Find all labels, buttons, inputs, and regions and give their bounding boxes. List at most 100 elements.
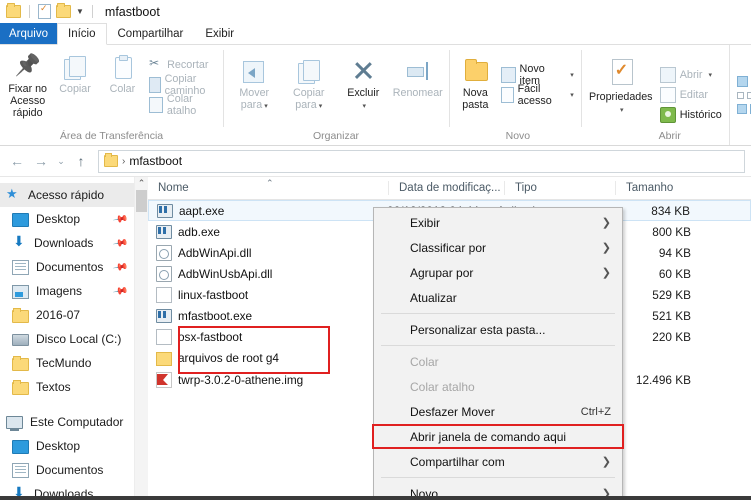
quick-access-toolbar[interactable]: ▼ (6, 3, 96, 19)
history-button[interactable]: Histórico (657, 105, 725, 125)
move-to-button[interactable]: Mover para ▾ (227, 53, 282, 113)
copy-button[interactable]: Copiar (51, 49, 98, 95)
menu-item-exibir[interactable]: Exibir ❯ (374, 210, 622, 235)
sidebar-item-pc-desktop[interactable]: Desktop (0, 434, 148, 458)
layout-large-icons-button[interactable] (736, 76, 751, 87)
tab-arquivo[interactable]: Arquivo (0, 23, 57, 44)
column-header-tamanho[interactable]: Tamanho (615, 181, 716, 195)
rename-button[interactable]: Renomear (391, 53, 446, 99)
chevron-right-icon: ❯ (601, 267, 611, 279)
menu-item-compartilhar-com[interactable]: Compartilhar com ❯ (374, 449, 622, 474)
new-folder-button[interactable]: Nova pasta (453, 53, 498, 111)
tab-compartilhar[interactable]: Compartilhar (107, 23, 195, 44)
sidebar-item-2016-07[interactable]: 2016-07 (0, 303, 148, 327)
sidebar-item-imagens[interactable]: Imagens 📌 (0, 279, 148, 303)
copy-label: Copiar (59, 83, 91, 95)
menu-item-colar: Colar (374, 349, 622, 374)
ribbon-group-new: Nova pasta Novo item ▾ Fácil acesso ▾ Novo (449, 45, 581, 145)
pin-icon[interactable]: 📌 (112, 211, 129, 227)
pin-icon[interactable]: 📌 (112, 283, 129, 299)
ribbon-view-layouts[interactable] (728, 45, 751, 145)
file-name: twrp-3.0.2-0-athene.img (178, 373, 304, 387)
tab-inicio[interactable]: Início (57, 23, 107, 45)
easy-access-button[interactable]: Fácil acesso ▾ (498, 83, 577, 107)
copy-to-label-line2: para (295, 99, 317, 111)
paste-shortcut-button[interactable]: Colar atalho (146, 93, 219, 117)
pin-to-quick-access-button[interactable]: Fixar no Acesso rápido (4, 49, 51, 119)
window-bottom-border (0, 496, 751, 500)
sidebar-item-disco-local-c[interactable]: Disco Local (C:) (0, 327, 148, 351)
context-menu[interactable]: Exibir ❯ Classificar por ❯ Agrupar por ❯… (372, 207, 624, 500)
open-button[interactable]: Abrir ▾ (657, 65, 725, 85)
menu-item-abrir-janela-de-comando-aqui[interactable]: Abrir janela de comando aqui (372, 424, 624, 449)
recent-locations-icon[interactable]: ⌄ (54, 150, 68, 172)
copy-to-label-line1: Copiar (293, 87, 325, 99)
new-item-button[interactable]: Novo item ▾ (498, 63, 577, 87)
menu-item-personalizar-esta-pasta[interactable]: Personalizar esta pasta... (374, 317, 622, 342)
breadcrumb-path[interactable]: mfastboot (129, 154, 182, 168)
new-folder-label-line2: pasta (462, 99, 489, 111)
documents-icon (12, 259, 29, 275)
menu-item-label: Colar (410, 354, 439, 369)
column-header-tipo[interactable]: Tipo (504, 181, 615, 195)
menu-item-label: Personalizar esta pasta... (410, 322, 546, 337)
forward-arrow-icon[interactable]: → (30, 150, 52, 172)
disk-icon (12, 334, 29, 346)
pin-label-line1: Fixar no (8, 83, 47, 95)
pictures-icon (12, 284, 29, 299)
new-folder-icon[interactable] (56, 3, 71, 18)
properties-icon[interactable] (38, 3, 51, 19)
ribbon-group-clipboard: Fixar no Acesso rápido Copiar Colar Reco… (0, 45, 223, 145)
clipboard-small-buttons: Recortar Copiar caminho Colar atalho (146, 49, 219, 117)
menu-item-atualizar[interactable]: Atualizar (374, 285, 622, 310)
sidebar-item-downloads[interactable]: Downloads 📌 (0, 231, 148, 255)
paste-button[interactable]: Colar (99, 49, 146, 95)
sidebar-item-acesso-rapido[interactable]: Acesso rápido (0, 183, 148, 207)
column-headers: Nome Data de modificaç... Tipo Tamanho ⌃ (148, 177, 751, 200)
delete-icon (350, 58, 376, 84)
pin-icon[interactable]: 📌 (112, 259, 129, 275)
folder-icon[interactable] (6, 3, 21, 18)
rename-label: Renomear (392, 87, 443, 99)
pin-icon[interactable]: 📌 (112, 235, 129, 251)
layout-list-button[interactable] (736, 92, 751, 99)
copy-to-button[interactable]: Copiar para ▾ (282, 53, 337, 113)
exe-icon (156, 308, 172, 323)
exe-icon (156, 224, 172, 239)
menu-separator (381, 313, 615, 314)
qat-dropdown-icon[interactable]: ▼ (76, 7, 84, 16)
paste-icon (109, 54, 135, 80)
menu-item-agrupar-por[interactable]: Agrupar por ❯ (374, 260, 622, 285)
move-to-label-line1: Mover (239, 87, 270, 99)
edit-button[interactable]: Editar (657, 85, 725, 105)
address-input[interactable]: › mfastboot (98, 149, 745, 173)
sidebar-item-este-computador[interactable]: Este Computador (0, 410, 148, 434)
column-header-data[interactable]: Data de modificaç... (388, 181, 504, 195)
scrollbar-thumb[interactable] (136, 190, 147, 212)
sidebar-item-documentos[interactable]: Documentos 📌 (0, 255, 148, 279)
cut-button[interactable]: Recortar (146, 55, 219, 75)
delete-button[interactable]: Excluir ▾ (336, 53, 391, 113)
copy-path-button[interactable]: Copiar caminho (146, 73, 219, 97)
layout-details-button[interactable] (736, 104, 751, 114)
sidebar-item-tecmundo[interactable]: TecMundo (0, 351, 148, 375)
up-arrow-icon[interactable]: ↑ (70, 150, 92, 172)
tab-exibir[interactable]: Exibir (194, 23, 245, 44)
menu-item-classificar-por[interactable]: Classificar por ❯ (374, 235, 622, 260)
sidebar-item-desktop[interactable]: Desktop 📌 (0, 207, 148, 231)
back-arrow-icon[interactable]: ← (6, 150, 28, 172)
grid-square-icon (746, 92, 751, 99)
easy-access-icon (500, 87, 514, 103)
sidebar-item-pc-documentos[interactable]: Documentos (0, 458, 148, 482)
sidebar-item-textos[interactable]: Textos (0, 375, 148, 399)
breadcrumb-separator: › (122, 155, 126, 167)
img-icon (156, 372, 172, 388)
menu-item-desfazer-mover[interactable]: Desfazer Mover Ctrl+Z (374, 399, 622, 424)
properties-button[interactable]: Propriedades▾ (585, 53, 657, 117)
ribbon-tabs[interactable]: Arquivo Início Compartilhar Exibir (0, 23, 751, 45)
navigation-scrollbar[interactable]: ⌃ (134, 177, 148, 500)
ascending-sort-icon: ⌃ (266, 178, 274, 188)
scroll-up-icon[interactable]: ⌃ (135, 177, 148, 190)
desktop-icon (12, 439, 29, 454)
paste-shortcut-icon (149, 97, 163, 113)
